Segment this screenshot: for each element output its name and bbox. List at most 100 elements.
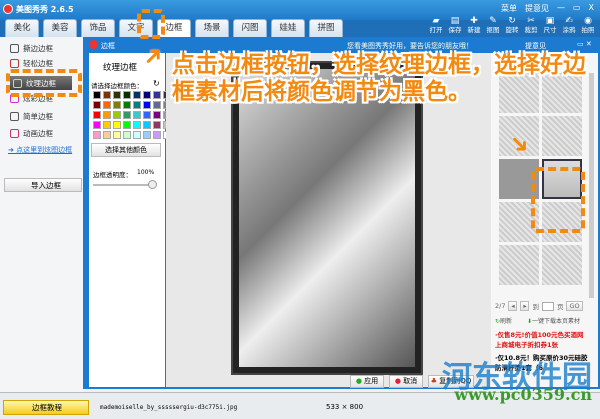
maximize-icon[interactable]: ▭ [573,3,581,14]
frame-tutorial-button[interactable]: 边框教程 [3,400,89,415]
opacity-slider[interactable] [93,184,153,186]
watermark-url: www.pc0359.cn [454,385,592,404]
tab-5[interactable]: 场景 [195,19,229,37]
color-swatch[interactable] [113,91,121,99]
tab-6[interactable]: 闪图 [233,19,267,37]
download-all-link[interactable]: 一键下载本页素材 [532,318,580,325]
minimize-icon[interactable]: — [557,3,565,14]
color-swatch[interactable] [153,131,161,139]
color-swatch[interactable] [103,131,111,139]
color-swatch[interactable] [123,91,131,99]
color-swatch[interactable] [133,91,141,99]
rotate-button[interactable]: ↻ 旋转 [504,17,520,35]
cutout-icon: ✎ [489,16,497,26]
color-swatch[interactable] [153,101,161,109]
app-title: 美图秀秀 2.6.5 [16,5,74,14]
fancy-frame-link[interactable]: ➜ 点这里到炫图边框 [8,145,72,155]
tab-7[interactable]: 娃娃 [271,19,305,37]
page-indicator: 2/7 [495,302,506,310]
tab-0[interactable]: 美化 [5,19,39,37]
crop-button[interactable]: ✂ 裁剪 [523,17,539,35]
color-swatch[interactable] [93,131,101,139]
color-swatch[interactable] [93,121,101,129]
color-swatch[interactable] [143,91,151,99]
color-swatch[interactable] [123,131,131,139]
tab-2[interactable]: 饰品 [81,19,115,37]
color-swatch[interactable] [133,111,141,119]
color-swatch[interactable] [153,111,161,119]
color-swatch[interactable] [133,121,141,129]
dialog-banner: 您看美图秀秀好用，要告诉您的朋友哦！ [347,42,473,50]
scrollbar[interactable] [589,73,594,298]
opacity-value: 100% [137,169,155,176]
color-swatch[interactable] [93,111,101,119]
frame-icon [10,44,19,53]
new-button[interactable]: ✚ 新建 [466,17,482,35]
color-swatch[interactable] [143,131,151,139]
sidebar-item-animated[interactable]: 动画边框 [10,128,53,139]
cutout-button[interactable]: ✎ 抠图 [485,17,501,35]
color-swatch[interactable] [123,111,131,119]
toolbar: ▰ 打开 ▤ 保存 ✚ 新建 ✎ 抠图 ↻ 旋转 ✂ 裁剪 ▣ 尺寸 ✍ 涂鸦 ◉ 拍照 [428,17,596,35]
instruction-annotation: 点击边框按钮，选择纹理边框，选择好边框素材后将颜色调节为黑色。 [172,52,586,105]
sidebar-item-easy[interactable]: 轻松边框 [10,58,53,69]
feedback-button[interactable]: 提意见 [525,3,549,14]
dialog-close-icon[interactable]: ▭ ✕ [577,40,592,48]
color-swatch[interactable] [113,111,121,119]
panel-title: 纹理边框 [103,63,138,73]
menu-button[interactable]: 菜单 [501,3,517,14]
reset-color-icon[interactable]: ↻ [153,79,160,88]
color-swatch[interactable] [93,101,101,109]
prev-page-button[interactable]: ◂ [508,301,518,311]
color-swatch[interactable] [103,111,111,119]
sidebar-item-simple[interactable]: 简单边框 [10,111,53,122]
color-swatch[interactable] [153,91,161,99]
dialog-feedback[interactable]: 提意见 [525,41,546,51]
preview-photo [231,61,423,375]
camera-button[interactable]: ◉ 拍照 [580,17,596,35]
color-swatch[interactable] [103,101,111,109]
color-swatch[interactable] [143,101,151,109]
other-color-button[interactable]: 选择其他颜色 [91,143,161,157]
highlight-texture-item [6,69,82,97]
color-swatch[interactable] [103,121,111,129]
tab-1[interactable]: 美容 [43,19,77,37]
frame-settings-panel: 纹理边框 请选择边框颜色： ↻ 选择其他颜色 边框透明度： 100% [89,53,171,387]
frame-icon [10,59,19,68]
color-swatch[interactable] [93,91,101,99]
apply-button[interactable]: ● 应用 [350,375,384,388]
color-swatch[interactable] [113,101,121,109]
texture-thumbnail[interactable] [542,116,582,156]
color-label: 请选择边框颜色： [91,82,143,90]
open-button[interactable]: ▰ 打开 [428,17,444,35]
tab-8[interactable]: 拼图 [309,19,343,37]
color-swatch[interactable] [103,91,111,99]
color-swatch[interactable] [133,101,141,109]
next-page-button[interactable]: ▸ [520,301,530,311]
color-swatch[interactable] [113,131,121,139]
open-icon: ▰ [432,16,440,26]
go-button[interactable]: GO [566,301,583,311]
opacity-slider-handle[interactable] [148,180,157,189]
size-button[interactable]: ▣ 尺寸 [542,17,558,35]
save-button[interactable]: ▤ 保存 [447,17,463,35]
import-frame-button[interactable]: 导入边框 [4,178,82,192]
color-swatch[interactable] [123,101,131,109]
main-tabs: 美化 美容 饰品 文字 边框 场景 闪图 娃娃 拼图 [5,19,343,37]
sidebar-item-torn[interactable]: 撕边边框 [10,43,53,54]
color-swatch[interactable] [113,121,121,129]
page-input[interactable] [541,301,554,311]
cancel-button[interactable]: ● 取消 [389,375,423,388]
ad-link-1[interactable]: ·仅售8元!价值100元色买酒网上商城电子折扣券1张 [495,330,590,350]
texture-thumbnail[interactable] [499,245,539,285]
color-swatch[interactable] [143,111,151,119]
refresh-link[interactable]: 刷新 [500,318,512,325]
color-palette [93,91,171,139]
color-swatch[interactable] [133,131,141,139]
close-icon[interactable]: X [589,3,594,14]
color-swatch[interactable] [143,121,151,129]
texture-thumbnail[interactable] [542,245,582,285]
color-swatch[interactable] [123,121,131,129]
color-swatch[interactable] [153,121,161,129]
brush-button[interactable]: ✍ 涂鸦 [561,17,577,35]
